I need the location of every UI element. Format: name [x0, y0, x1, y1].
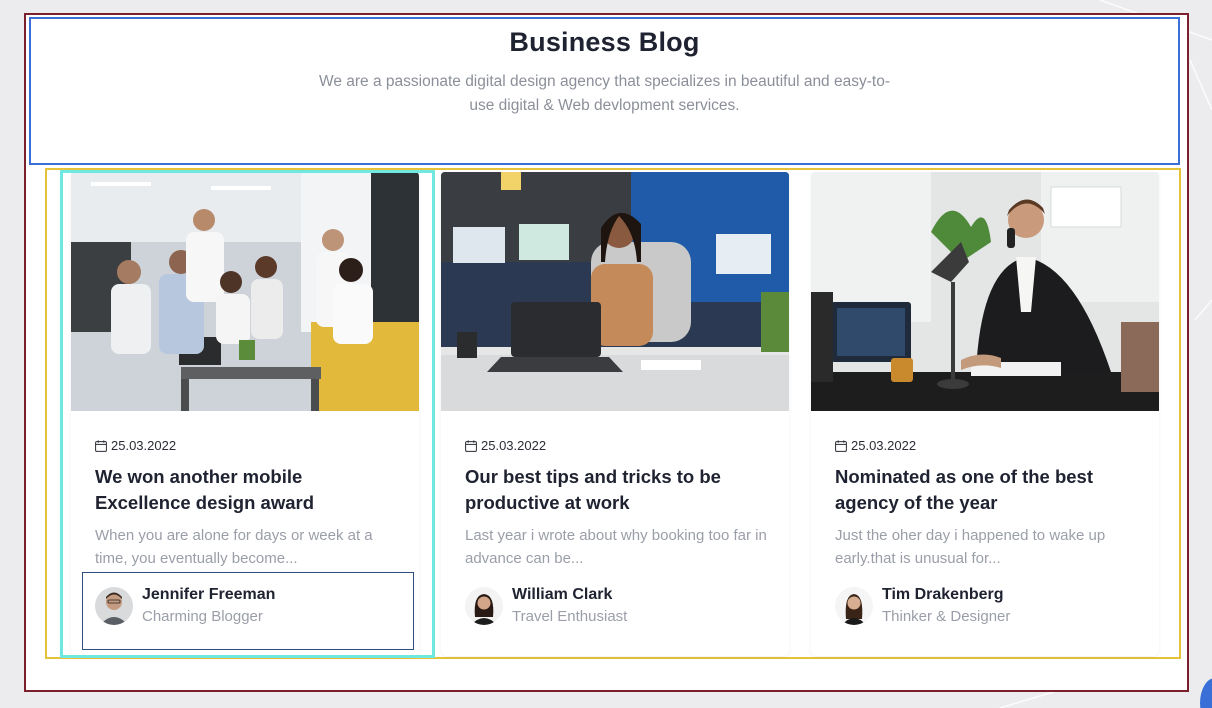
author-name[interactable]: William Clark [512, 586, 627, 604]
post-date-text: 25.03.2022 [851, 438, 917, 453]
avatar[interactable] [95, 586, 133, 625]
post-date-text: 25.03.2022 [111, 438, 177, 453]
woman-at-laptop-image[interactable] [441, 172, 789, 411]
post-title[interactable]: We won another mobile Excellence design … [95, 464, 400, 516]
post-author[interactable]: Jennifer Freeman Charming Blogger [95, 586, 275, 625]
author-name[interactable]: Jennifer Freeman [142, 586, 275, 604]
author-name[interactable]: Tim Drakenberg [882, 586, 1010, 604]
corner-decoration [1200, 678, 1212, 708]
avatar[interactable] [465, 586, 503, 625]
page-subtitle: We are a passionate digital design agenc… [319, 73, 890, 114]
post-title[interactable]: Nominated as one of the best agency of t… [835, 464, 1140, 516]
blog-card-2[interactable]: 25.03.2022 Our best tips and tricks to b… [441, 172, 789, 656]
calendar-icon [465, 439, 477, 452]
post-date: 25.03.2022 [95, 438, 176, 453]
calendar-icon [95, 439, 107, 452]
page-title: Business Blog [509, 27, 700, 57]
calendar-icon [835, 439, 847, 452]
post-excerpt: When you are alone for days or week at a… [95, 527, 373, 567]
blog-card-3[interactable]: 25.03.2022 Nominated as one of the best … [811, 172, 1159, 656]
author-role: Thinker & Designer [882, 608, 1011, 625]
post-excerpt: Last year i wrote about why booking too … [465, 527, 767, 567]
post-date: 25.03.2022 [465, 438, 546, 453]
team-meeting-office-image[interactable] [71, 172, 419, 411]
post-title[interactable]: Our best tips and tricks to be productiv… [465, 464, 770, 516]
post-date-text: 25.03.2022 [481, 438, 547, 453]
businessman-on-phone-image[interactable] [811, 172, 1159, 411]
post-excerpt: Just the oher day i happened to wake up … [835, 527, 1106, 567]
blog-header: Business Blog We are a passionate digita… [29, 17, 1180, 165]
post-author[interactable]: Tim Drakenberg Thinker & Designer [835, 586, 1010, 625]
author-role: Charming Blogger [142, 608, 263, 625]
post-date: 25.03.2022 [835, 438, 916, 453]
avatar[interactable] [835, 586, 873, 625]
blog-card-1[interactable]: 25.03.2022 We won another mobile Excelle… [71, 172, 419, 656]
post-author[interactable]: William Clark Travel Enthusiast [465, 586, 627, 625]
author-role: Travel Enthusiast [512, 608, 628, 625]
